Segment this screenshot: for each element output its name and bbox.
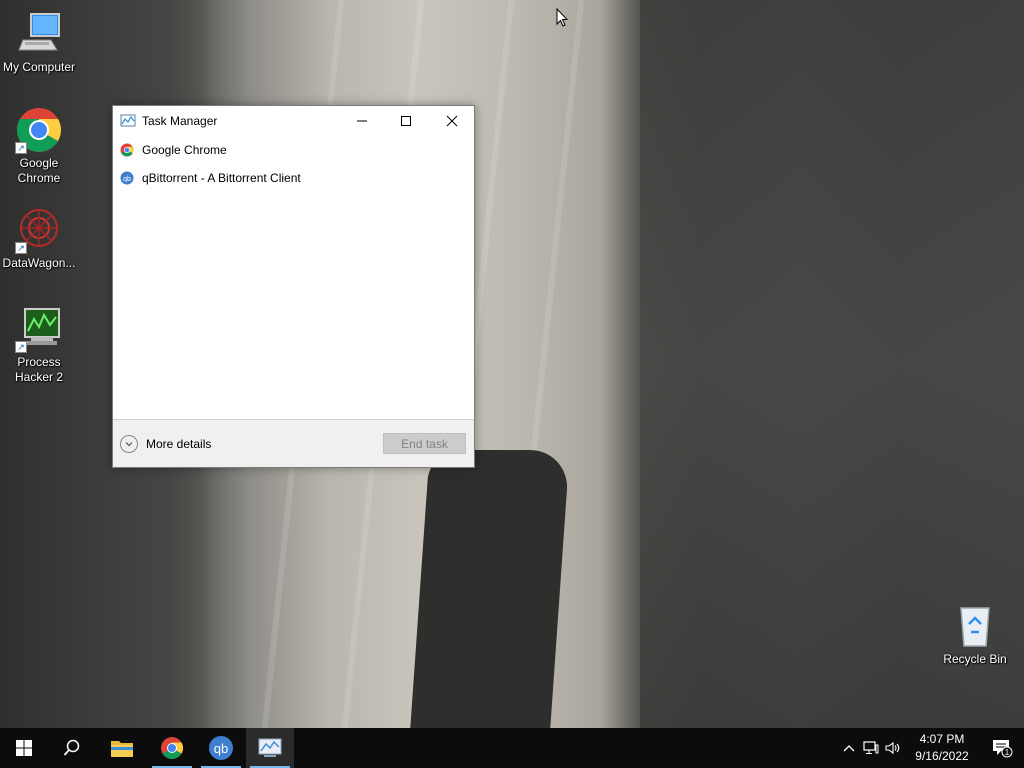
app-name: qBittorrent - A Bittorrent Client <box>142 171 301 185</box>
mouse-cursor-icon <box>556 7 569 28</box>
minimize-button[interactable] <box>339 106 384 136</box>
chrome-icon <box>161 737 183 759</box>
desktop-icon-my-computer[interactable]: My Computer <box>1 10 77 75</box>
maximize-button[interactable] <box>383 106 428 136</box>
qbittorrent-icon: qb <box>120 171 134 185</box>
desktop-icon-recycle-bin[interactable]: Recycle Bin <box>937 602 1013 667</box>
more-details-label: More details <box>146 436 212 451</box>
app-name: Google Chrome <box>142 143 227 157</box>
app-list: Google Chrome qb qBittorrent - A Bittorr… <box>113 136 474 192</box>
desktop-icon-process-hacker[interactable]: ↗ Process Hacker 2 <box>1 305 77 385</box>
search-icon <box>63 739 80 756</box>
notification-icon: 1 <box>993 740 1013 758</box>
clock-date: 9/16/2022 <box>915 749 969 763</box>
process-hacker-icon: ↗ <box>15 305 63 353</box>
chrome-icon <box>120 143 134 157</box>
footer: More details End task <box>113 419 474 467</box>
window-title: Task Manager <box>142 114 218 128</box>
maximize-icon <box>400 116 411 126</box>
taskbar-task-manager[interactable] <box>246 728 294 768</box>
app-row-qbittorrent[interactable]: qb qBittorrent - A Bittorrent Client <box>113 164 474 192</box>
close-icon <box>446 115 457 127</box>
minimize-icon <box>356 120 367 122</box>
datawagon-icon: ↗ <box>15 206 63 254</box>
end-task-button[interactable]: End task <box>383 433 466 454</box>
speaker-icon <box>885 741 900 755</box>
more-details-button[interactable]: More details <box>120 434 212 453</box>
chevron-down-icon <box>120 434 138 453</box>
task-manager-window[interactable]: Task Manager Google Chrome qb qBittorren… <box>112 105 475 468</box>
search-button[interactable] <box>48 728 96 768</box>
taskbar-chrome[interactable] <box>148 728 196 768</box>
qbittorrent-icon: qb <box>209 736 233 760</box>
app-row-google-chrome[interactable]: Google Chrome <box>113 136 474 164</box>
notification-count: 1 <box>1005 748 1010 757</box>
taskbar-file-explorer[interactable] <box>98 728 146 768</box>
desktop-icon-datawagon[interactable]: ↗ DataWagon... <box>1 206 77 271</box>
desktop-icon-google-chrome[interactable]: ↗ Google Chrome <box>1 106 77 186</box>
start-button[interactable] <box>0 728 48 768</box>
network-button[interactable] <box>860 728 882 768</box>
taskbar: qb 4:07 PM 9/16/2022 1 <box>0 728 1024 768</box>
action-center-button[interactable]: 1 <box>980 728 1024 768</box>
chrome-icon: ↗ <box>15 106 63 154</box>
show-hidden-icons-button[interactable] <box>838 728 860 768</box>
close-button[interactable] <box>429 106 474 136</box>
title-bar[interactable]: Task Manager <box>113 106 474 136</box>
recycle-bin-icon <box>951 602 999 650</box>
volume-button[interactable] <box>882 728 904 768</box>
network-icon <box>863 741 879 754</box>
folder-icon <box>111 741 133 757</box>
task-manager-icon <box>120 113 136 129</box>
clock[interactable]: 4:07 PM 9/16/2022 <box>904 731 980 765</box>
taskbar-qbittorrent[interactable]: qb <box>197 728 245 768</box>
clock-time: 4:07 PM <box>919 732 965 746</box>
windows-logo-icon <box>16 740 32 756</box>
chevron-up-icon <box>843 745 855 752</box>
computer-icon <box>15 10 63 58</box>
svg-text:qb: qb <box>214 741 228 756</box>
system-tray: 4:07 PM 9/16/2022 1 <box>838 728 1024 768</box>
svg-text:qb: qb <box>123 176 131 183</box>
task-manager-icon <box>258 738 282 757</box>
